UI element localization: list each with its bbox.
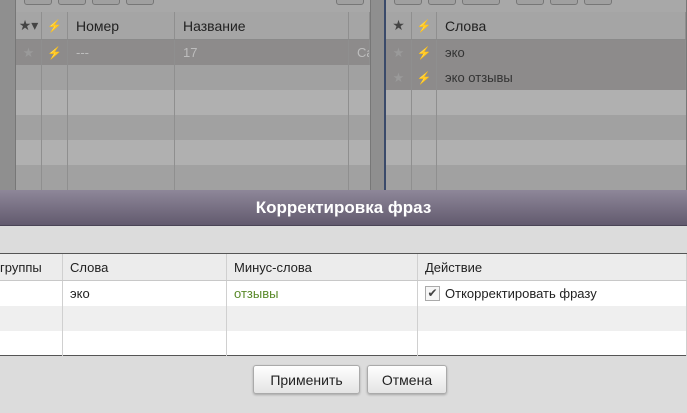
cancel-button[interactable]: Отмена <box>367 365 447 394</box>
toolbar-button[interactable] <box>126 0 154 5</box>
cell-name: 17 <box>175 40 349 65</box>
dialog-title: Корректировка фраз <box>0 190 687 226</box>
column-number[interactable]: Номер <box>68 12 175 39</box>
table-row[interactable]: ★ ⚡ --- 17 Ca <box>16 40 370 65</box>
star-icon[interactable]: ★ <box>386 65 412 90</box>
cell-words: эко <box>437 40 686 65</box>
words-grid: ★ ⚡ Слова ★ ⚡ эко ★ ⚡ эко отзывы <box>384 0 687 190</box>
bolt-icon: ⚡ <box>412 40 437 65</box>
cell-words: эко <box>63 281 227 306</box>
bolt-icon[interactable]: ⚡ <box>42 12 68 39</box>
toolbar-button[interactable] <box>584 0 612 5</box>
cell-extra: Ca <box>349 40 370 65</box>
table-row[interactable]: ★ ⚡ эко <box>386 40 686 65</box>
star-sort-icon[interactable]: ★▾ <box>16 12 42 39</box>
toolbar-button[interactable] <box>550 0 578 5</box>
bolt-icon: ⚡ <box>412 65 437 90</box>
cell-minus-words: отзывы <box>227 281 418 306</box>
star-icon[interactable]: ★ <box>386 12 412 39</box>
table-header: группы Слова Минус-слова Действие <box>0 254 687 281</box>
bolt-icon: ⚡ <box>42 40 68 65</box>
table-row[interactable]: ★ ⚡ эко отзывы <box>386 65 686 90</box>
grid-header: ★▾ ⚡ Номер Название <box>16 12 370 40</box>
toolbar-button[interactable] <box>428 0 456 5</box>
groups-grid: ★▾ ⚡ Номер Название ★ ⚡ --- 17 Ca <box>15 0 371 190</box>
toolbar-button[interactable] <box>394 0 422 5</box>
table-row[interactable]: эко отзывы ✔ Откорректировать фразу <box>0 281 687 306</box>
toolbar-button[interactable] <box>462 0 500 5</box>
correct-phrase-checkbox[interactable]: ✔ <box>425 286 440 301</box>
grid-header: ★ ⚡ Слова <box>386 12 686 40</box>
column-words[interactable]: Слова <box>437 12 686 39</box>
toolbar-button[interactable] <box>516 0 544 5</box>
cell-words: эко отзывы <box>437 65 686 90</box>
column-group: группы <box>0 254 63 280</box>
apply-button[interactable]: Применить <box>253 365 360 394</box>
toolbar-button[interactable] <box>58 0 86 5</box>
bolt-icon[interactable]: ⚡ <box>412 12 437 39</box>
column-action: Действие <box>418 254 687 280</box>
column-words: Слова <box>63 254 227 280</box>
correction-table: группы Слова Минус-слова Действие эко от… <box>0 253 687 356</box>
column-minus-words: Минус-слова <box>227 254 418 280</box>
cell-number: --- <box>68 40 175 65</box>
toolbar-button[interactable] <box>24 0 52 5</box>
toolbar-button[interactable] <box>336 0 364 5</box>
toolbar-button[interactable] <box>92 0 120 5</box>
cell-action: ✔ Откорректировать фразу <box>418 281 687 306</box>
star-icon[interactable]: ★ <box>386 40 412 65</box>
action-label: Откорректировать фразу <box>445 286 597 301</box>
column-name[interactable]: Название <box>175 12 349 39</box>
star-icon[interactable]: ★ <box>16 40 42 65</box>
